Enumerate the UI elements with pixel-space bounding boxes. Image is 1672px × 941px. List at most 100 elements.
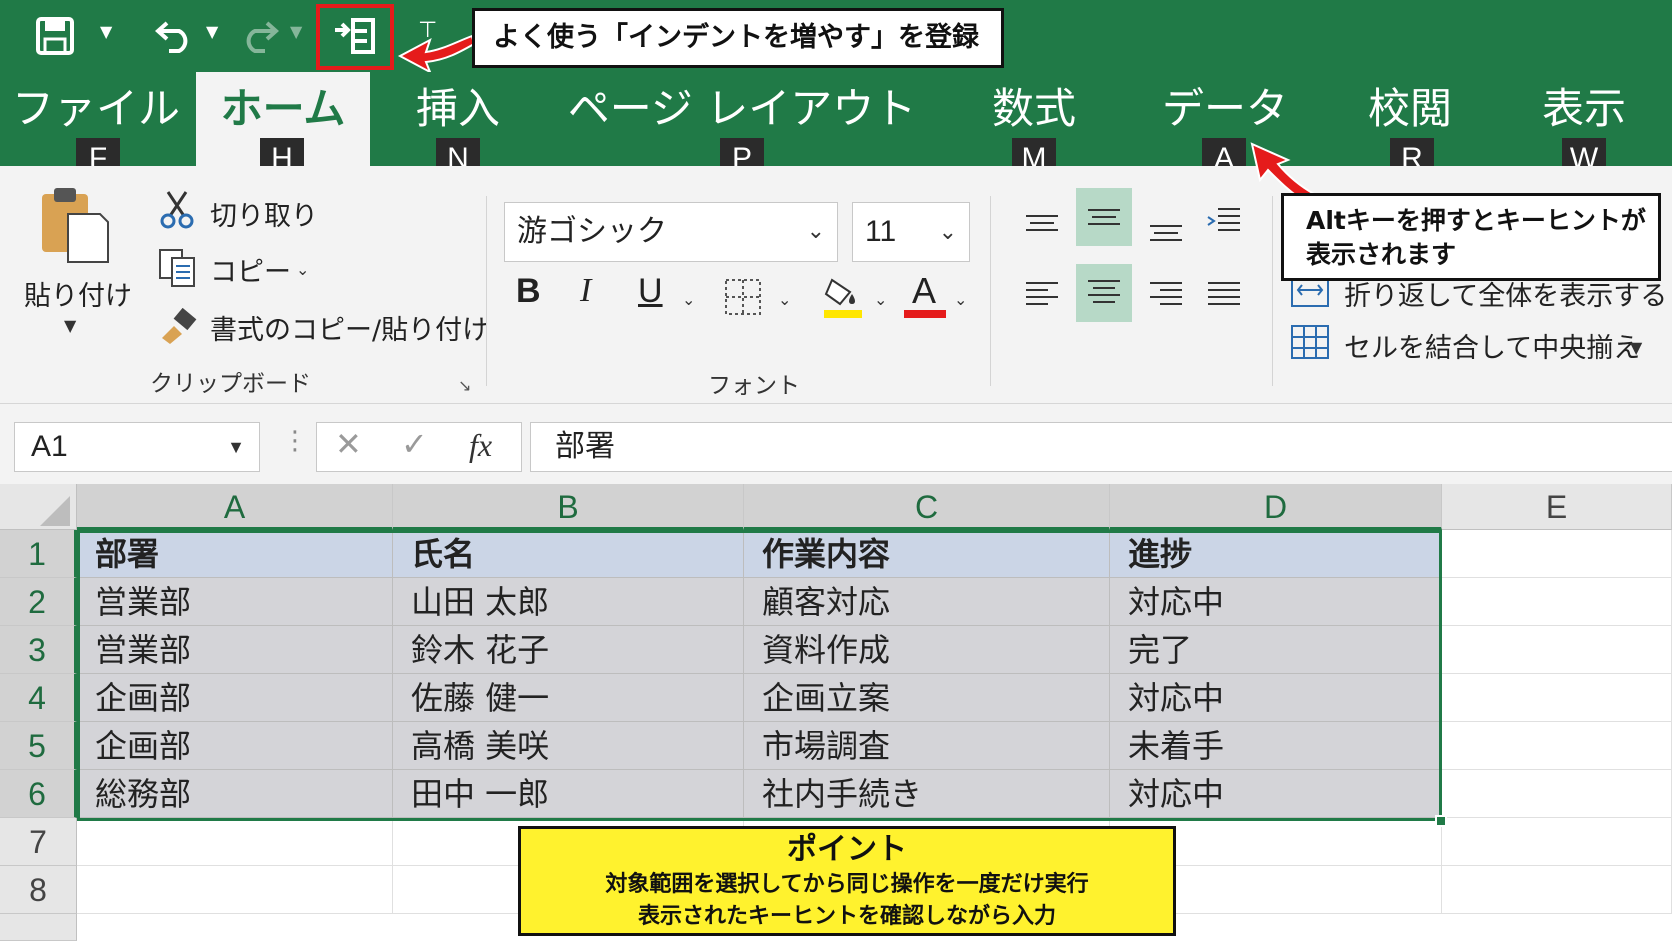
enter-check-icon[interactable]: ✓ <box>401 425 428 463</box>
merge-center-button[interactable]: セルを結合して中央揃え <box>1344 326 1640 365</box>
cell-b2[interactable]: 山田 太郎 <box>393 578 744 626</box>
align-bottom-icon[interactable] <box>1138 202 1194 260</box>
cell-b6[interactable]: 田中 一郎 <box>393 770 744 818</box>
tab-formulas[interactable]: 数式 M <box>984 72 1084 180</box>
cell-e5[interactable] <box>1442 722 1672 770</box>
tab-insert[interactable]: 挿入 N <box>408 72 508 180</box>
cut-icon[interactable] <box>158 190 196 234</box>
cell-a2[interactable]: 営業部 <box>77 578 393 626</box>
clipboard-launcher-icon[interactable]: ↘ <box>458 376 471 395</box>
row-header-9[interactable] <box>0 914 77 941</box>
align-center-icon[interactable] <box>1076 264 1132 322</box>
cell-d5[interactable]: 未着手 <box>1110 722 1442 770</box>
row-header-7[interactable]: 7 <box>0 818 77 866</box>
cell-a8[interactable] <box>77 866 393 914</box>
cell-a4[interactable]: 企画部 <box>77 674 393 722</box>
cell-a7[interactable] <box>77 818 393 866</box>
borders-icon[interactable] <box>724 278 762 320</box>
formula-bar-grip-icon[interactable]: ⋮ <box>282 426 308 456</box>
align-top-icon[interactable] <box>1014 196 1070 254</box>
column-header-d[interactable]: D <box>1110 484 1442 530</box>
cell-c5[interactable]: 市場調査 <box>744 722 1110 770</box>
paste-label[interactable]: 貼り付け <box>24 274 132 313</box>
underline-button[interactable]: U <box>638 272 663 311</box>
tab-review[interactable]: 校閲 R <box>1360 72 1460 180</box>
cell-b1[interactable]: 氏名 <box>393 530 744 578</box>
save-icon[interactable] <box>30 14 80 58</box>
insert-function-button[interactable]: fx <box>469 427 492 464</box>
fill-color-icon[interactable] <box>822 274 864 324</box>
cell-b5[interactable]: 高橋 美咲 <box>393 722 744 770</box>
cell-b3[interactable]: 鈴木 花子 <box>393 626 744 674</box>
column-header-c[interactable]: C <box>744 484 1110 530</box>
cell-d2[interactable]: 対応中 <box>1110 578 1442 626</box>
tab-file[interactable]: ファイル F <box>12 72 180 180</box>
font-name-select[interactable]: 游ゴシック ⌄ <box>504 202 838 262</box>
cell-d1[interactable]: 進捗 <box>1110 530 1442 578</box>
fill-handle[interactable] <box>1435 815 1447 827</box>
cell-b4[interactable]: 佐藤 健一 <box>393 674 744 722</box>
fill-color-dropdown-icon[interactable]: ⌄ <box>874 290 887 309</box>
tab-home[interactable]: ホーム H <box>196 72 370 180</box>
cell-c4[interactable]: 企画立案 <box>744 674 1110 722</box>
increase-indent-ribbon-icon[interactable] <box>1196 192 1252 250</box>
customize-qat-caret-icon[interactable]: ▼ <box>100 22 112 41</box>
column-header-a[interactable]: A <box>77 484 393 530</box>
cut-button[interactable]: 切り取り <box>210 194 318 233</box>
italic-button[interactable]: I <box>580 272 591 310</box>
cell-e7[interactable] <box>1442 818 1672 866</box>
cell-a1[interactable]: 部署 <box>77 530 393 578</box>
redo-dropdown-icon[interactable]: ▼ <box>290 22 302 41</box>
copy-dropdown-icon[interactable]: ⌄ <box>296 260 309 279</box>
merge-center-dropdown-icon[interactable]: ▼ <box>1630 338 1642 357</box>
select-all-button[interactable] <box>0 484 77 530</box>
font-color-button[interactable]: A <box>904 270 946 320</box>
row-header-2[interactable]: 2 <box>0 578 77 626</box>
cell-a3[interactable]: 営業部 <box>77 626 393 674</box>
cell-e3[interactable] <box>1442 626 1672 674</box>
row-header-6[interactable]: 6 <box>0 770 77 818</box>
align-middle-icon[interactable] <box>1076 188 1132 246</box>
format-painter-button[interactable]: 書式のコピー/貼り付け <box>210 308 489 347</box>
cell-e2[interactable] <box>1442 578 1672 626</box>
cell-c6[interactable]: 社内手続き <box>744 770 1110 818</box>
undo-icon[interactable] <box>150 14 200 58</box>
cell-d4[interactable]: 対応中 <box>1110 674 1442 722</box>
merge-center-icon[interactable] <box>1290 324 1330 364</box>
column-header-e[interactable]: E <box>1442 484 1672 530</box>
name-box[interactable]: A1 ▼ <box>14 422 260 472</box>
paste-button[interactable] <box>38 186 112 270</box>
row-header-8[interactable]: 8 <box>0 866 77 914</box>
tab-page-layout[interactable]: ページ レイアウト P <box>568 72 916 180</box>
cell-d3[interactable]: 完了 <box>1110 626 1442 674</box>
row-header-5[interactable]: 5 <box>0 722 77 770</box>
align-left-icon[interactable] <box>1014 266 1070 324</box>
bold-button[interactable]: B <box>516 272 541 311</box>
cancel-icon[interactable]: ✕ <box>335 425 362 463</box>
copy-icon[interactable] <box>158 248 198 292</box>
cell-a5[interactable]: 企画部 <box>77 722 393 770</box>
paste-dropdown-icon[interactable]: ▼ <box>64 316 76 335</box>
cell-e4[interactable] <box>1442 674 1672 722</box>
cell-e1[interactable] <box>1442 530 1672 578</box>
cell-e6[interactable] <box>1442 770 1672 818</box>
column-header-b[interactable]: B <box>393 484 744 530</box>
justify-icon[interactable] <box>1196 266 1252 324</box>
tab-view[interactable]: 表示 W <box>1534 72 1634 180</box>
row-header-1[interactable]: 1 <box>0 530 77 578</box>
redo-icon[interactable] <box>234 14 284 58</box>
underline-dropdown-icon[interactable]: ⌄ <box>682 290 695 309</box>
font-size-select[interactable]: 11 ⌄ <box>852 202 970 262</box>
cell-c1[interactable]: 作業内容 <box>744 530 1110 578</box>
cell-a6[interactable]: 総務部 <box>77 770 393 818</box>
cell-e8[interactable] <box>1442 866 1672 914</box>
cell-c3[interactable]: 資料作成 <box>744 626 1110 674</box>
cell-d6[interactable]: 対応中 <box>1110 770 1442 818</box>
cell-c2[interactable]: 顧客対応 <box>744 578 1110 626</box>
format-painter-icon[interactable] <box>158 307 198 348</box>
align-right-icon[interactable] <box>1138 266 1194 324</box>
copy-button[interactable]: コピー <box>210 250 291 289</box>
undo-dropdown-icon[interactable]: ▼ <box>206 22 218 41</box>
formula-input[interactable]: 部署 <box>530 422 1672 472</box>
row-header-4[interactable]: 4 <box>0 674 77 722</box>
